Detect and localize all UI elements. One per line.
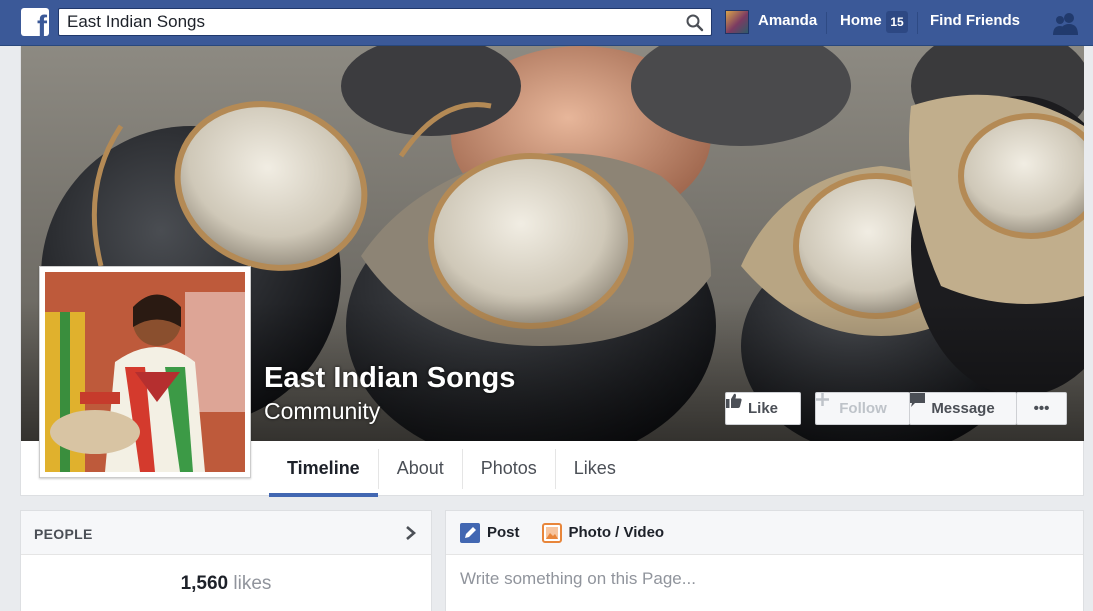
more-button[interactable]: ••• (1016, 392, 1067, 425)
find-friends-link[interactable]: Find Friends (930, 12, 1020, 29)
search-input[interactable] (59, 9, 679, 35)
friends-icon[interactable] (1052, 11, 1080, 35)
composer-tab-post[interactable]: Post (460, 522, 520, 543)
composer-tabs: Post Photo / Video (446, 511, 1083, 555)
page-title[interactable]: East Indian Songs (264, 362, 515, 395)
page-tabs: Timeline About Photos Likes (269, 441, 634, 497)
people-card: PEOPLE 1,560 likes (20, 510, 432, 611)
thumbs-up-icon (726, 393, 742, 408)
tab-timeline[interactable]: Timeline (269, 441, 378, 497)
search-icon[interactable] (685, 13, 705, 33)
like-button[interactable]: Like (725, 392, 801, 425)
tab-photos[interactable]: Photos (463, 441, 555, 496)
people-title: PEOPLE (34, 526, 93, 542)
cover-card: East Indian Songs Community Like Follow … (20, 46, 1084, 497)
tab-likes[interactable]: Likes (556, 441, 634, 496)
nav-divider (826, 12, 827, 34)
likes-word: likes (233, 573, 272, 594)
photo-icon (541, 522, 562, 543)
chevron-right-icon[interactable] (404, 525, 418, 541)
more-icon: ••• (1033, 400, 1050, 417)
composer-post-label: Post (487, 524, 520, 541)
home-count-badge: 15 (886, 11, 908, 33)
profile-picture[interactable] (39, 266, 251, 478)
message-icon (910, 393, 925, 407)
composer-tab-photo[interactable]: Photo / Video (541, 522, 665, 543)
composer-photo-label: Photo / Video (568, 524, 665, 541)
post-composer: Post Photo / Video (445, 510, 1084, 611)
message-label: Message (931, 400, 995, 417)
top-bar: f Amanda Home 15 Find Friends (0, 0, 1093, 46)
likes-summary[interactable]: 1,560 likes (21, 573, 431, 595)
user-avatar[interactable] (725, 10, 749, 34)
follow-label: Follow (839, 400, 887, 417)
tab-about[interactable]: About (379, 441, 462, 496)
follow-button[interactable]: Follow (815, 392, 910, 425)
like-label: Like (747, 400, 778, 417)
likes-count: 1,560 (180, 573, 229, 594)
user-name-link[interactable]: Amanda (758, 12, 817, 29)
home-link[interactable]: Home (840, 12, 882, 29)
page-category[interactable]: Community (264, 398, 380, 425)
composer-input[interactable] (460, 569, 1060, 589)
profile-image-girl (45, 272, 245, 472)
nav-divider (917, 12, 918, 34)
plus-icon (816, 393, 829, 406)
message-button[interactable]: Message (909, 392, 1017, 425)
search-box (58, 8, 712, 36)
people-header[interactable]: PEOPLE (21, 511, 431, 555)
facebook-logo-icon[interactable]: f (21, 8, 49, 36)
pencil-icon (460, 522, 480, 543)
